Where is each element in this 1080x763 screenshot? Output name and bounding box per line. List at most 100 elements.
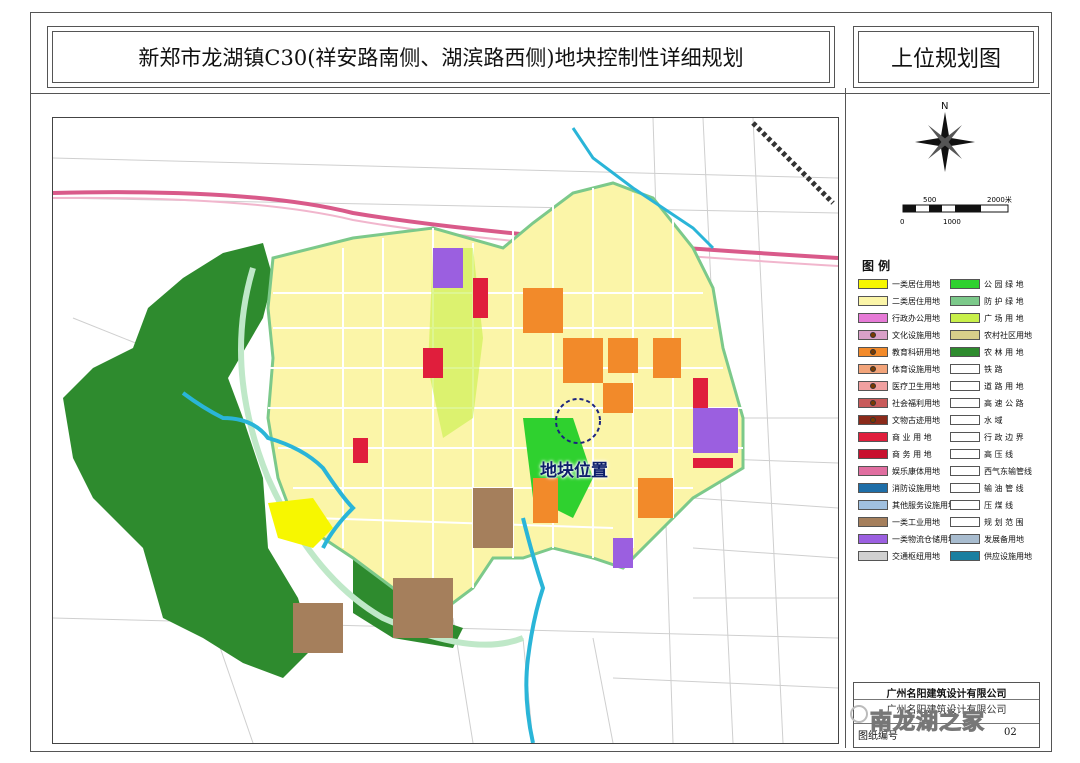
legend-swatch: [858, 415, 888, 425]
legend-label: 公 园 绿 地: [984, 279, 1024, 289]
legend-item: 压 煤 线: [950, 499, 1013, 511]
legend-item: 广 场 用 地: [950, 312, 1024, 324]
legend-swatch: [858, 330, 888, 340]
legend-swatch: [858, 347, 888, 357]
legend-swatch: [858, 296, 888, 306]
logistics-block: [433, 248, 463, 288]
legend-label: 社会福利用地: [892, 398, 940, 408]
legend-item: 消防设施用地: [858, 482, 940, 494]
legend-swatch: [950, 364, 980, 374]
legend-swatch: [950, 517, 980, 527]
railway-line: [751, 121, 835, 205]
legend-swatch: [858, 517, 888, 527]
company-name: 广州名阳建筑设计有限公司: [886, 689, 1007, 700]
legend-label: 一类工业用地: [892, 517, 940, 527]
legend-swatch: [950, 551, 980, 561]
legend-item: 公 园 绿 地: [950, 278, 1024, 290]
legend-label: 其他服务设施用地: [892, 500, 956, 510]
legend-label: 供应设施用地: [984, 551, 1032, 561]
legend-label: 行 政 边 界: [984, 432, 1024, 442]
legend-swatch: [950, 415, 980, 425]
legend-item: 农 林 用 地: [950, 346, 1024, 358]
legend-label: 输 油 管 线: [984, 483, 1024, 493]
north-arrow: N: [900, 97, 990, 187]
industrial-block: [473, 488, 513, 548]
legend-swatch: [950, 432, 980, 442]
commercial-block: [473, 278, 488, 318]
legend-swatch: [950, 398, 980, 408]
logistics-block: [693, 408, 738, 453]
scale-label-0: 0: [900, 218, 904, 226]
legend-item: 交通枢纽用地: [858, 550, 940, 562]
legend-item: 防 护 绿 地: [950, 295, 1024, 307]
legend-item: 一类居住用地: [858, 278, 940, 290]
scale-label-1000: 1000: [943, 218, 961, 226]
site-location-label: 地块位置: [540, 461, 608, 481]
legend-item: 铁 路: [950, 363, 1003, 375]
legend-swatch: [858, 500, 888, 510]
legend-label: 规 划 范 围: [984, 517, 1024, 527]
industrial-block: [293, 603, 343, 653]
legend-item: 社会福利用地: [858, 397, 940, 409]
legend-label: 行政办公用地: [892, 313, 940, 323]
legend-swatch: [950, 449, 980, 459]
legend-label: 铁 路: [984, 364, 1003, 374]
education-block: [533, 478, 558, 523]
legend-swatch: [858, 483, 888, 493]
legend-item: 西气东输管线: [950, 465, 1032, 477]
legend-item: 商 务 用 地: [858, 448, 932, 460]
legend-swatch: [858, 398, 888, 408]
legend-label: 文物古迹用地: [892, 415, 940, 425]
legend-item: 高 压 线: [950, 448, 1013, 460]
legend-item: 文物古迹用地: [858, 414, 940, 426]
logistics-block: [613, 538, 633, 568]
commercial-block: [693, 378, 708, 408]
legend-label: 文化设施用地: [892, 330, 940, 340]
education-block: [523, 288, 563, 333]
legend-item: 行政办公用地: [858, 312, 940, 324]
title-box: 新郑市龙湖镇C30(祥安路南侧、湖滨路西侧)地块控制性详细规划: [47, 26, 835, 88]
legend-label: 医疗卫生用地: [892, 381, 940, 391]
map-svg: [53, 118, 838, 743]
subtitle-box: 上位规划图: [853, 26, 1039, 88]
legend-label: 农 林 用 地: [984, 347, 1024, 357]
legend-swatch: [950, 296, 980, 306]
legend-item: 一类物流仓储用地: [858, 533, 956, 545]
legend-swatch: [858, 551, 888, 561]
legend-label: 道 路 用 地: [984, 381, 1024, 391]
legend-swatch: [950, 313, 980, 323]
legend-swatch: [858, 466, 888, 476]
legend-label: 一类物流仓储用地: [892, 534, 956, 544]
legend-swatch: [950, 500, 980, 510]
legend-swatch: [858, 364, 888, 374]
legend-label: 防 护 绿 地: [984, 296, 1024, 306]
legend-label: 西气东输管线: [984, 466, 1032, 476]
legend-label: 农村社区用地: [984, 330, 1032, 340]
drawing-subtitle: 上位规划图: [858, 31, 1034, 83]
legend-swatch: [950, 483, 980, 493]
legend-label: 一类居住用地: [892, 279, 940, 289]
industrial-block: [393, 578, 453, 638]
legend-label: 体育设施用地: [892, 364, 940, 374]
legend-title: 图 例: [862, 259, 891, 273]
legend-label: 娱乐康体用地: [892, 466, 940, 476]
land-use-map: [52, 117, 839, 744]
legend-label: 商 务 用 地: [892, 449, 932, 459]
legend-item: 一类工业用地: [858, 516, 940, 528]
legend-item: 道 路 用 地: [950, 380, 1024, 392]
legend-label: 二类居住用地: [892, 296, 940, 306]
legend-swatch: [950, 381, 980, 391]
legend-swatch: [858, 313, 888, 323]
legend-item: 行 政 边 界: [950, 431, 1024, 443]
legend-swatch: [950, 466, 980, 476]
legend-item: 商 业 用 地: [858, 431, 932, 443]
legend-item: 供应设施用地: [950, 550, 1032, 562]
education-block: [638, 478, 673, 518]
wechat-logo-icon: [850, 705, 868, 723]
education-block: [653, 338, 681, 378]
legend-item: 文化设施用地: [858, 329, 940, 341]
legend-item: 二类居住用地: [858, 295, 940, 307]
legend-swatch: [858, 381, 888, 391]
legend-label: 水 域: [984, 415, 1003, 425]
education-block: [603, 383, 633, 413]
